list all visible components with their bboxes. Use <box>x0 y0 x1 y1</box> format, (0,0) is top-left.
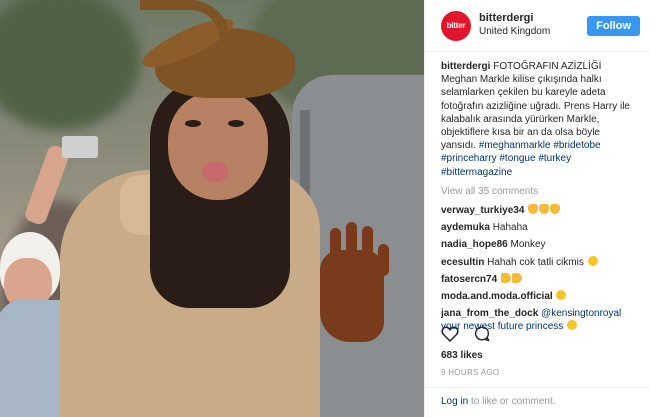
clapping-emoji-icon <box>550 204 561 215</box>
comment-row: nadia_hope86 Monkey <box>441 238 636 251</box>
view-all-comments-link[interactable]: View all 35 comments <box>441 185 636 198</box>
eye-right <box>228 120 244 127</box>
comment-username[interactable]: aydemuka <box>441 222 490 233</box>
comment-text: Hahah cok tatli cikmis <box>487 256 584 268</box>
thumbs-down-emoji-icon <box>511 272 522 283</box>
hashtag[interactable]: #bridetobe <box>553 140 600 151</box>
follow-button[interactable]: Follow <box>587 15 640 36</box>
comment-row: moda.and.moda.official <box>441 290 636 303</box>
hashtag[interactable]: #bittermagazine <box>441 167 512 178</box>
thumbs-down-emoji-icon <box>500 272 511 283</box>
laughing-emoji-icon <box>556 290 567 301</box>
comment-username[interactable]: verway_turkiye34 <box>441 205 524 216</box>
comment-icon[interactable] <box>473 325 491 342</box>
laughing-emoji-icon <box>587 255 598 266</box>
post-side-panel: bitter bitterdergi United Kingdom Follow… <box>424 0 650 417</box>
hashtag[interactable]: #meghanmarkle <box>479 140 551 151</box>
comment-username[interactable]: fatosercn74 <box>441 274 497 285</box>
header-text: bitterdergi United Kingdom <box>479 12 587 38</box>
background-foliage <box>0 0 140 130</box>
avatar[interactable]: bitter <box>441 10 471 41</box>
tongue <box>202 162 228 182</box>
clapping-emoji-icon <box>539 204 550 215</box>
login-link[interactable]: Log in <box>441 396 468 407</box>
post-timestamp: 9 HOURS AGO <box>441 368 500 377</box>
caption: bitterdergi FOTOĞRAFIN AZİZLİĞİ Meghan M… <box>441 60 636 179</box>
header-location[interactable]: United Kingdom <box>479 26 587 39</box>
comments-list: bitterdergi FOTOĞRAFIN AZİZLİĞİ Meghan M… <box>425 52 650 333</box>
hashtag[interactable]: #turkey <box>538 153 571 164</box>
glove-finger <box>362 226 373 266</box>
glove-finger <box>330 228 341 268</box>
likes-count[interactable]: 683 likes <box>441 350 483 361</box>
glove-finger <box>378 244 389 276</box>
hat-curl <box>140 0 230 40</box>
comment-row: verway_turkiye34 <box>441 204 636 217</box>
post-header: bitter bitterdergi United Kingdom Follow <box>425 0 650 52</box>
post-photo[interactable] <box>0 0 424 417</box>
clapping-emoji-icon <box>528 204 539 215</box>
crowd-phone <box>62 136 98 158</box>
comment-row: fatosercn74 <box>441 272 636 286</box>
action-bar <box>441 325 491 342</box>
comment-username[interactable]: jana_from_the_dock <box>441 308 538 319</box>
caption-username[interactable]: bitterdergi <box>441 61 490 72</box>
footer-text: to like or comment. <box>471 396 556 407</box>
header-username[interactable]: bitterdergi <box>479 12 587 26</box>
caption-text: FOTOĞRAFIN AZİZLİĞİ Meghan Markle kilise… <box>441 61 630 152</box>
woman-face <box>168 92 268 200</box>
comment-username[interactable]: ecesultin <box>441 257 484 268</box>
comment-username[interactable]: nadia_hope86 <box>441 239 508 250</box>
heart-icon[interactable] <box>441 325 459 342</box>
comment-row: ecesultin Hahah cok tatli cikmis <box>441 255 636 269</box>
comment-row: aydemuka Hahaha <box>441 221 636 234</box>
comment-username[interactable]: moda.and.moda.official <box>441 291 553 302</box>
login-footer: Log in to like or comment. <box>425 387 650 417</box>
hashtag[interactable]: #princeharry <box>441 153 497 164</box>
comment-text: Hahaha <box>492 222 528 234</box>
comment-text: Monkey <box>510 239 546 251</box>
hashtag[interactable]: #tongue <box>499 153 535 164</box>
smiling-emoji-icon <box>567 320 578 331</box>
glove-finger <box>346 222 357 266</box>
eye-left <box>185 120 201 127</box>
